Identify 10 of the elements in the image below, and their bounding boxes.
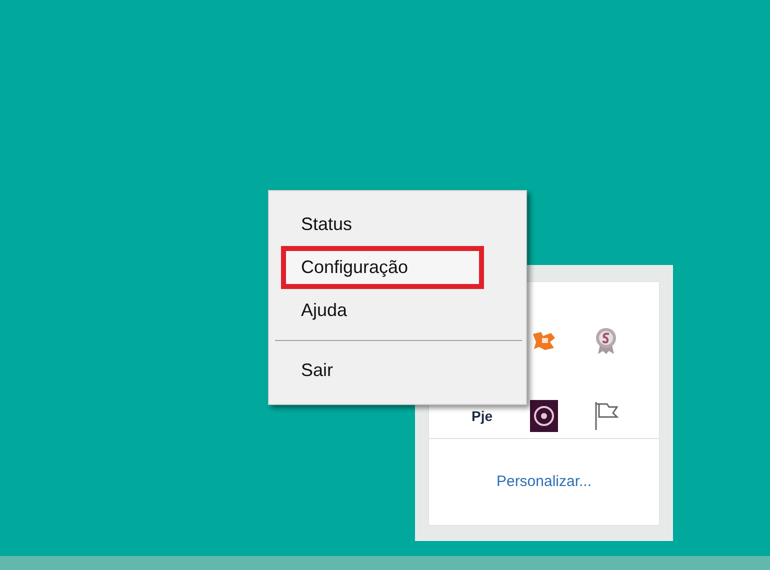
target-icon[interactable]	[530, 400, 558, 432]
menu-item[interactable]: Configuração	[281, 246, 484, 289]
medal-icon[interactable]	[594, 326, 618, 354]
customize-link[interactable]: Personalizar...	[496, 470, 592, 494]
menu-item[interactable]: Ajuda	[269, 289, 526, 332]
shield-icon[interactable]	[531, 330, 557, 352]
flag-icon[interactable]	[593, 400, 619, 430]
menu-item[interactable]: Status	[269, 203, 526, 246]
app-logo-icon[interactable]: Pje	[471, 408, 492, 422]
menu-item[interactable]: Sair	[269, 349, 526, 392]
